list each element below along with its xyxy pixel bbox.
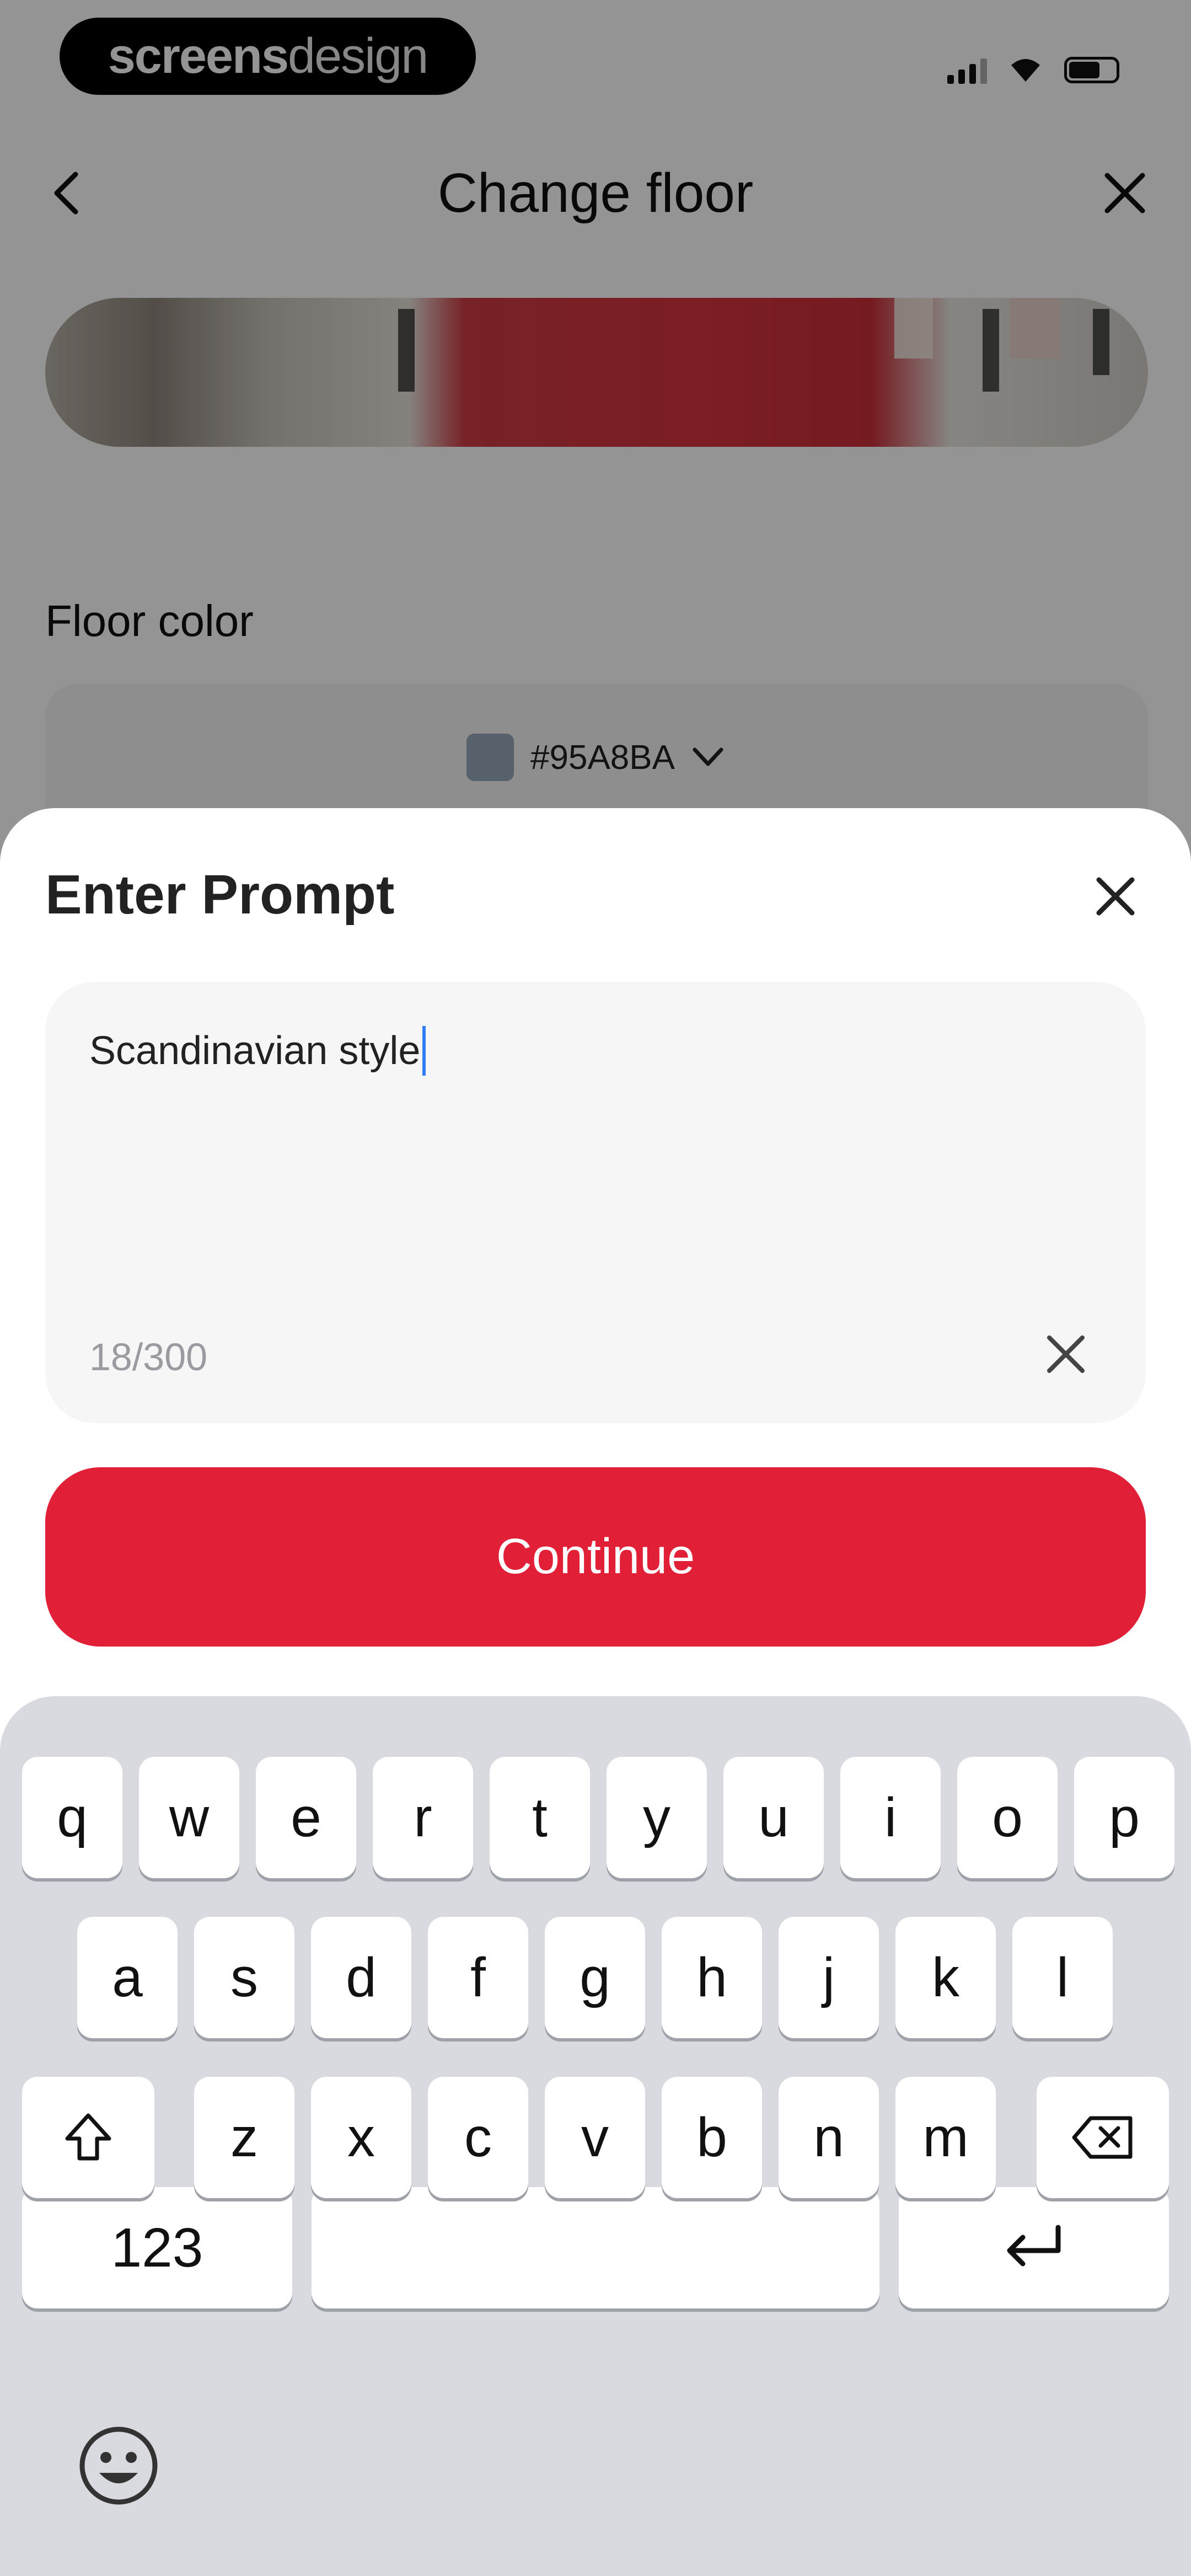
- key-g[interactable]: g: [545, 1917, 645, 2038]
- character-count: 18/300: [89, 1335, 208, 1378]
- key-n[interactable]: n: [779, 2077, 879, 2198]
- key-r[interactable]: r: [373, 1757, 473, 1878]
- key-j[interactable]: j: [779, 1917, 879, 2038]
- close-icon: [1096, 877, 1135, 916]
- prompt-input-value: Scandinavian style: [89, 1029, 421, 1073]
- key-e[interactable]: e: [256, 1757, 356, 1878]
- return-icon: [1007, 2225, 1061, 2267]
- key-q[interactable]: q: [22, 1757, 122, 1878]
- key-a[interactable]: a: [77, 1917, 178, 2038]
- text-caret: [422, 1026, 426, 1076]
- key-p[interactable]: p: [1074, 1757, 1174, 1878]
- sheet-title: Enter Prompt: [45, 864, 395, 926]
- close-icon: [1047, 1335, 1085, 1373]
- key-k[interactable]: k: [895, 1917, 996, 2038]
- clear-input-button[interactable]: [1036, 1324, 1096, 1385]
- key-z[interactable]: z: [194, 2077, 294, 2198]
- shift-key[interactable]: [22, 2077, 154, 2198]
- key-i[interactable]: i: [840, 1757, 941, 1878]
- key-l[interactable]: l: [1012, 1917, 1113, 2038]
- key-s[interactable]: s: [194, 1917, 294, 2038]
- key-w[interactable]: w: [139, 1757, 239, 1878]
- key-d[interactable]: d: [311, 1917, 411, 2038]
- continue-button[interactable]: Continue: [45, 1467, 1146, 1647]
- key-x[interactable]: x: [311, 2077, 411, 2198]
- space-key[interactable]: [312, 2187, 879, 2308]
- key-v[interactable]: v: [545, 2077, 645, 2198]
- key-u[interactable]: u: [723, 1757, 824, 1878]
- key-y[interactable]: y: [607, 1757, 707, 1878]
- backspace-icon: [1072, 2116, 1133, 2159]
- key-o[interactable]: o: [957, 1757, 1058, 1878]
- backspace-key[interactable]: [1037, 2077, 1169, 2198]
- key-t[interactable]: t: [490, 1757, 590, 1878]
- prompt-input[interactable]: Scandinavian style 18/300: [45, 982, 1146, 1423]
- key-f[interactable]: f: [428, 1917, 528, 2038]
- return-key[interactable]: [899, 2187, 1169, 2308]
- prompt-input-text-row: Scandinavian style: [89, 1026, 426, 1076]
- keyboard: 123 qwertyuiop asdfghjkl zxcvbnm: [0, 1696, 1191, 2576]
- numbers-key[interactable]: 123: [22, 2187, 292, 2308]
- key-b[interactable]: b: [662, 2077, 762, 2198]
- emoji-icon[interactable]: [77, 2424, 160, 2507]
- close-sheet-button[interactable]: [1085, 866, 1146, 927]
- key-c[interactable]: c: [428, 2077, 528, 2198]
- shift-icon: [65, 2113, 111, 2161]
- key-h[interactable]: h: [662, 1917, 762, 2038]
- key-m[interactable]: m: [895, 2077, 996, 2198]
